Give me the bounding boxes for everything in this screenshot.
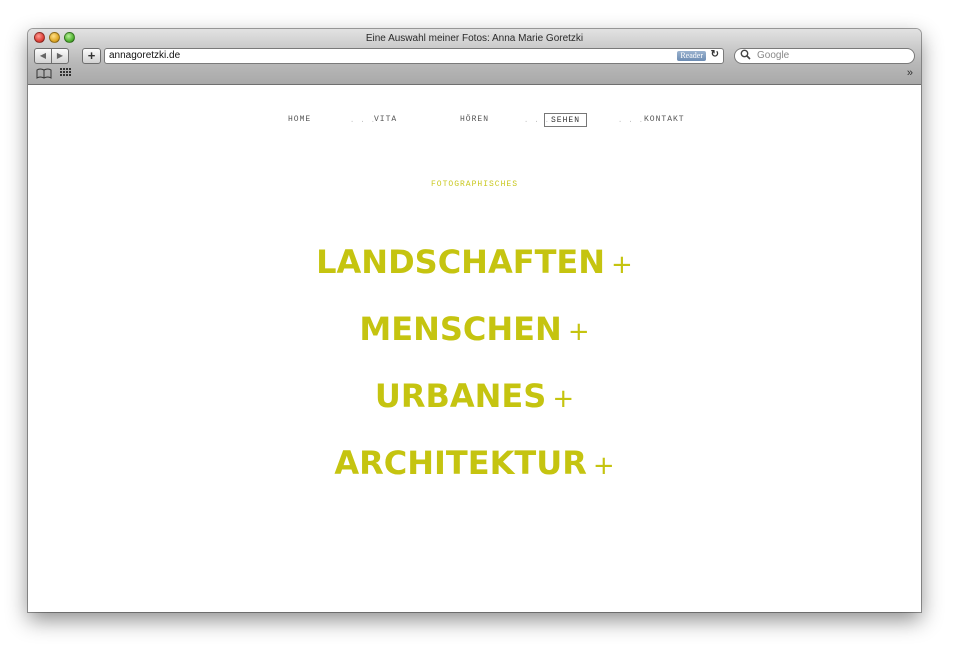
window-title: Eine Auswahl meiner Fotos: Anna Marie Go…: [365, 33, 584, 44]
magnifier-icon: [740, 49, 751, 60]
bookmarks-bar: »: [34, 67, 915, 82]
nav-hoeren[interactable]: HÖREN: [454, 113, 495, 127]
back-button[interactable]: ◀: [34, 48, 52, 64]
forward-button[interactable]: ▶: [51, 48, 69, 64]
category-title: URBANES: [374, 377, 547, 415]
reading-list-icon: [36, 68, 52, 79]
top-sites-icon[interactable]: [60, 68, 72, 81]
reader-button[interactable]: Reader: [677, 51, 706, 61]
category-architektur[interactable]: ARCHITEKTUR +: [28, 443, 921, 486]
plus-icon: +: [87, 48, 96, 63]
browser-window: Eine Auswahl meiner Fotos: Anna Marie Go…: [28, 29, 921, 612]
plus-icon: +: [567, 317, 590, 347]
grid-icon: [60, 68, 71, 76]
nav-kontakt[interactable]: KONTAKT: [638, 113, 691, 127]
category-menschen[interactable]: MENSCHEN +: [28, 309, 921, 352]
plus-icon: +: [592, 451, 615, 481]
category-title: LANDSCHAFTEN: [316, 243, 606, 281]
reload-icon[interactable]: ↻: [711, 49, 719, 60]
site-navigation: HOME . . . VITA HÖREN . . . SEHEN . . . …: [28, 113, 921, 129]
nav-home[interactable]: HOME: [282, 113, 317, 127]
browser-toolbar: ◀ ▶ + annagoretzki.de Reader ↻ Google: [34, 48, 915, 66]
category-landschaften[interactable]: LANDSCHAFTEN +: [28, 242, 921, 285]
nav-sehen[interactable]: SEHEN: [544, 113, 588, 127]
add-bookmark-button[interactable]: +: [82, 48, 101, 64]
address-bar[interactable]: annagoretzki.de Reader ↻: [104, 48, 724, 64]
web-page: HOME . . . VITA HÖREN . . . SEHEN . . . …: [28, 85, 921, 612]
nav-vita[interactable]: VITA: [368, 113, 403, 127]
plus-icon: +: [552, 384, 575, 414]
search-placeholder: Google: [757, 50, 790, 61]
chevron-more-icon[interactable]: »: [907, 67, 913, 79]
plus-icon: +: [611, 250, 633, 280]
search-icon: [740, 49, 751, 63]
section-label: FOTOGRAPHISCHES: [430, 180, 518, 189]
book-icon[interactable]: [36, 68, 52, 82]
back-icon: ◀: [39, 51, 47, 60]
category-title: MENSCHEN: [359, 310, 562, 348]
search-field[interactable]: Google: [734, 48, 915, 64]
category-title: ARCHITEKTUR: [334, 444, 587, 482]
browser-chrome: Eine Auswahl meiner Fotos: Anna Marie Go…: [28, 29, 921, 85]
forward-icon: ▶: [56, 51, 64, 60]
url-text: annagoretzki.de: [109, 50, 181, 61]
category-urbanes[interactable]: URBANES +: [28, 376, 921, 419]
